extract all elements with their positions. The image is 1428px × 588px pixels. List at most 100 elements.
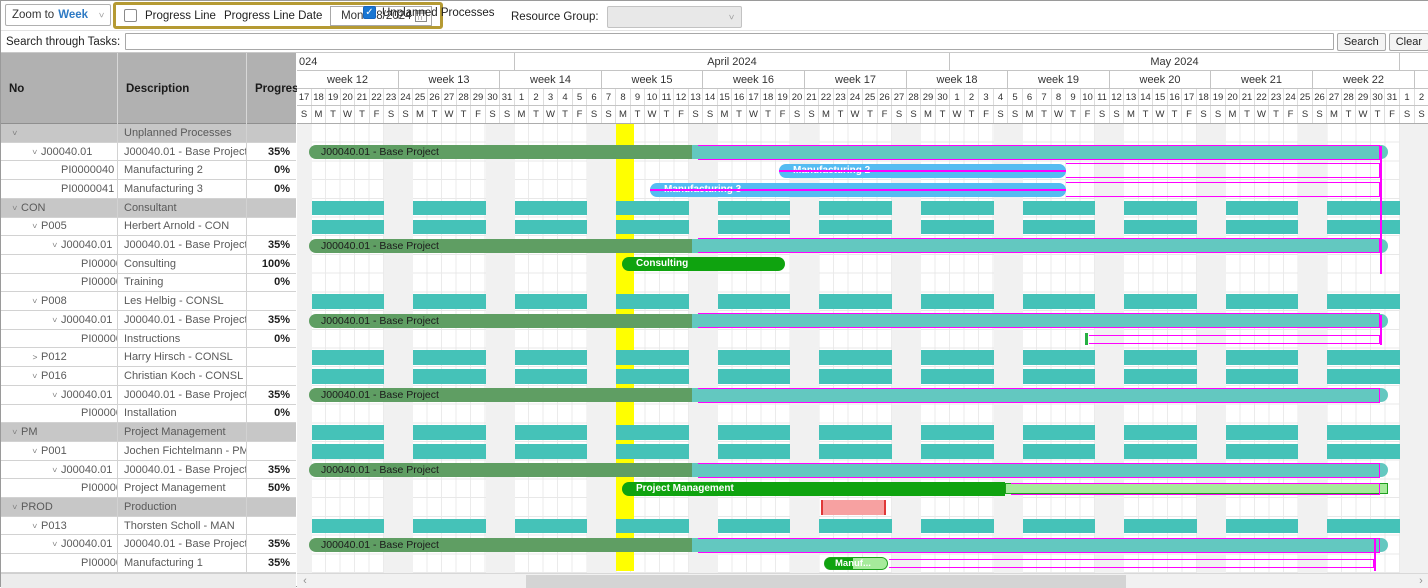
summary-bar-progress[interactable]: J00040.01 - Base Project (309, 388, 692, 402)
chevron-expanded-icon[interactable]: > (30, 445, 40, 457)
workload-block-bar[interactable] (921, 425, 994, 440)
column-header-progress[interactable]: Progress (247, 53, 296, 124)
workload-block-bar[interactable] (1327, 519, 1400, 534)
workload-block-bar[interactable] (312, 369, 384, 384)
workload-block-bar[interactable] (1226, 369, 1298, 384)
workload-block-bar[interactable] (718, 519, 790, 534)
workload-block-bar[interactable] (819, 220, 892, 235)
workload-block-bar[interactable] (413, 201, 486, 216)
workload-block-bar[interactable] (413, 350, 486, 365)
scroll-left-arrow-icon[interactable]: ‹ (298, 574, 312, 588)
workload-block-bar[interactable] (819, 369, 892, 384)
workload-block-bar[interactable] (515, 444, 587, 459)
workload-block-bar[interactable] (616, 220, 689, 235)
workload-block-bar[interactable] (1023, 294, 1095, 309)
workload-block-bar[interactable] (718, 369, 790, 384)
workload-block-bar[interactable] (413, 294, 486, 309)
horizontal-scrollbar[interactable]: ‹ › (297, 573, 1428, 588)
workload-block-bar[interactable] (1124, 369, 1197, 384)
table-row[interactable]: >PRODProduction (1, 498, 296, 517)
workload-block-bar[interactable] (819, 425, 892, 440)
workload-block-bar[interactable] (921, 519, 994, 534)
workload-block-bar[interactable] (1226, 220, 1298, 235)
workload-block-bar[interactable] (312, 220, 384, 235)
workload-block-bar[interactable] (515, 294, 587, 309)
workload-block-bar[interactable] (515, 350, 587, 365)
workload-block-bar[interactable] (1327, 350, 1400, 365)
chevron-expanded-icon[interactable]: > (50, 314, 60, 326)
workload-block-bar[interactable] (718, 444, 790, 459)
table-row[interactable]: >P005Herbert Arnold - CON (1, 218, 296, 237)
chevron-expanded-icon[interactable]: > (10, 202, 20, 214)
overload-bar[interactable] (821, 500, 886, 516)
table-row[interactable]: >J00040.01J00040.01 - Base Project35% (1, 311, 296, 330)
task-bar-complete[interactable]: Project Management (622, 482, 1005, 496)
workload-block-bar[interactable] (921, 444, 994, 459)
workload-block-bar[interactable] (1226, 444, 1298, 459)
chevron-collapsed-icon[interactable]: > (29, 352, 41, 362)
workload-block-bar[interactable] (718, 201, 790, 216)
workload-block-bar[interactable] (1327, 294, 1400, 309)
workload-block-bar[interactable] (413, 519, 486, 534)
workload-block-bar[interactable] (515, 220, 587, 235)
table-row[interactable]: >P001Jochen Fichtelmann - PM (1, 442, 296, 461)
summary-bar-progress[interactable]: J00040.01 - Base Project (309, 463, 692, 477)
unplanned-processes-checkbox[interactable]: ✓ (363, 6, 376, 19)
workload-block-bar[interactable] (718, 350, 790, 365)
workload-block-bar[interactable] (413, 425, 486, 440)
workload-block-bar[interactable] (616, 519, 689, 534)
table-row[interactable]: PI0000027Training0% (1, 274, 296, 293)
workload-block-bar[interactable] (1327, 369, 1400, 384)
chevron-expanded-icon[interactable]: > (50, 464, 60, 476)
workload-block-bar[interactable] (1327, 425, 1400, 440)
column-header-description[interactable]: Description (118, 53, 247, 124)
search-button[interactable]: Search (1337, 33, 1386, 51)
workload-block-bar[interactable] (718, 294, 790, 309)
chevron-expanded-icon[interactable]: > (10, 426, 20, 438)
summary-bar-progress[interactable]: J00040.01 - Base Project (309, 314, 692, 328)
workload-block-bar[interactable] (1124, 350, 1197, 365)
clear-button[interactable]: Clear (1389, 33, 1428, 51)
workload-block-bar[interactable] (413, 220, 486, 235)
table-row[interactable]: >P008Les Helbig - CONSL (1, 292, 296, 311)
workload-block-bar[interactable] (1023, 444, 1095, 459)
table-row[interactable]: >CONConsultant (1, 199, 296, 218)
workload-block-bar[interactable] (718, 425, 790, 440)
table-row[interactable]: >J00040.01J00040.01 - Base Project35% (1, 143, 296, 162)
table-row[interactable]: PI0000041Manufacturing 30% (1, 180, 296, 199)
workload-block-bar[interactable] (1327, 444, 1400, 459)
chevron-expanded-icon[interactable]: > (50, 389, 60, 401)
table-row[interactable]: >PMProject Management (1, 423, 296, 442)
table-row[interactable]: PI0000040Manufacturing 20% (1, 161, 296, 180)
workload-block-bar[interactable] (1124, 425, 1197, 440)
table-row[interactable]: >J00040.01J00040.01 - Base Project35% (1, 461, 296, 480)
workload-block-bar[interactable] (616, 350, 689, 365)
workload-block-bar[interactable] (616, 444, 689, 459)
workload-block-bar[interactable] (312, 350, 384, 365)
summary-bar-progress[interactable]: J00040.01 - Base Project (309, 145, 692, 159)
scrollbar-thumb[interactable] (526, 575, 1126, 588)
workload-block-bar[interactable] (312, 444, 384, 459)
workload-block-bar[interactable] (1327, 220, 1400, 235)
workload-block-bar[interactable] (312, 201, 384, 216)
workload-block-bar[interactable] (718, 220, 790, 235)
workload-block-bar[interactable] (413, 444, 486, 459)
workload-block-bar[interactable] (515, 425, 587, 440)
table-row[interactable]: PI0000025Manufacturing 135% (1, 554, 296, 573)
workload-block-bar[interactable] (819, 444, 892, 459)
workload-block-bar[interactable] (1124, 294, 1197, 309)
workload-block-bar[interactable] (1023, 369, 1095, 384)
workload-block-bar[interactable] (819, 519, 892, 534)
summary-bar-progress[interactable]: J00040.01 - Base Project (309, 538, 692, 552)
workload-block-bar[interactable] (819, 350, 892, 365)
workload-block-bar[interactable] (921, 220, 994, 235)
workload-block-bar[interactable] (312, 425, 384, 440)
search-input[interactable] (125, 33, 1334, 50)
workload-block-bar[interactable] (921, 369, 994, 384)
workload-block-bar[interactable] (515, 201, 587, 216)
chevron-expanded-icon[interactable]: > (30, 146, 40, 158)
workload-block-bar[interactable] (1023, 350, 1095, 365)
workload-block-bar[interactable] (616, 369, 689, 384)
workload-block-bar[interactable] (312, 519, 384, 534)
milestone-tick[interactable] (1085, 333, 1088, 345)
